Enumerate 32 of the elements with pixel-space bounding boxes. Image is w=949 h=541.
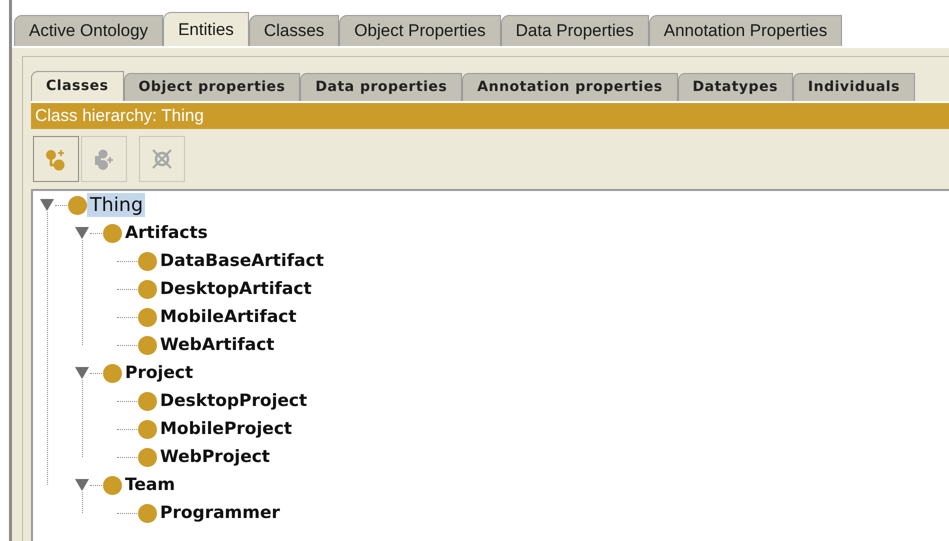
sub-tab[interactable]: Annotation properties: [462, 73, 678, 101]
main-tab[interactable]: Object Properties: [339, 15, 501, 46]
nodes-plus-icon: [92, 147, 116, 171]
main-tab[interactable]: Active Ontology: [14, 15, 164, 46]
panel-title-bar: Class hierarchy: Thing: [31, 101, 949, 129]
tree-node-label[interactable]: Project: [122, 361, 196, 385]
tree-node-label[interactable]: Artifacts: [122, 221, 210, 245]
crossed-circle-icon: [150, 147, 174, 171]
main-tab[interactable]: Classes: [248, 15, 340, 46]
tree-node-label[interactable]: Thing: [87, 193, 146, 217]
add-subclass-button[interactable]: [33, 136, 79, 182]
tree-node-label[interactable]: MobileProject: [157, 417, 294, 441]
expand-toggle-icon[interactable]: [74, 226, 90, 240]
sub-tab[interactable]: Data properties: [300, 73, 462, 101]
main-tab[interactable]: Data Properties: [500, 15, 649, 46]
sub-tab[interactable]: Object properties: [124, 73, 300, 101]
sub-tab[interactable]: Classes: [31, 71, 124, 101]
main-tab[interactable]: Annotation Properties: [648, 15, 842, 46]
expand-toggle-icon[interactable]: [74, 366, 90, 380]
main-tab[interactable]: Entities: [163, 12, 249, 46]
sub-tab[interactable]: Datatypes: [678, 73, 793, 101]
tree-node-label[interactable]: Programmer: [157, 501, 282, 525]
expand-toggle-icon[interactable]: [74, 478, 90, 492]
tree-node-label[interactable]: Team: [122, 473, 178, 497]
tree-node-label[interactable]: DesktopArtifact: [157, 277, 314, 301]
tree-node-label[interactable]: DesktopProject: [157, 389, 310, 413]
expand-toggle-icon[interactable]: [39, 198, 55, 212]
tree-node-label[interactable]: WebProject: [157, 445, 272, 469]
tree-node-label[interactable]: DataBaseArtifact: [157, 249, 326, 273]
sub-tab[interactable]: Individuals: [792, 73, 915, 101]
tree-node-label[interactable]: MobileArtifact: [157, 305, 299, 329]
tree-node-label[interactable]: WebArtifact: [157, 333, 276, 357]
